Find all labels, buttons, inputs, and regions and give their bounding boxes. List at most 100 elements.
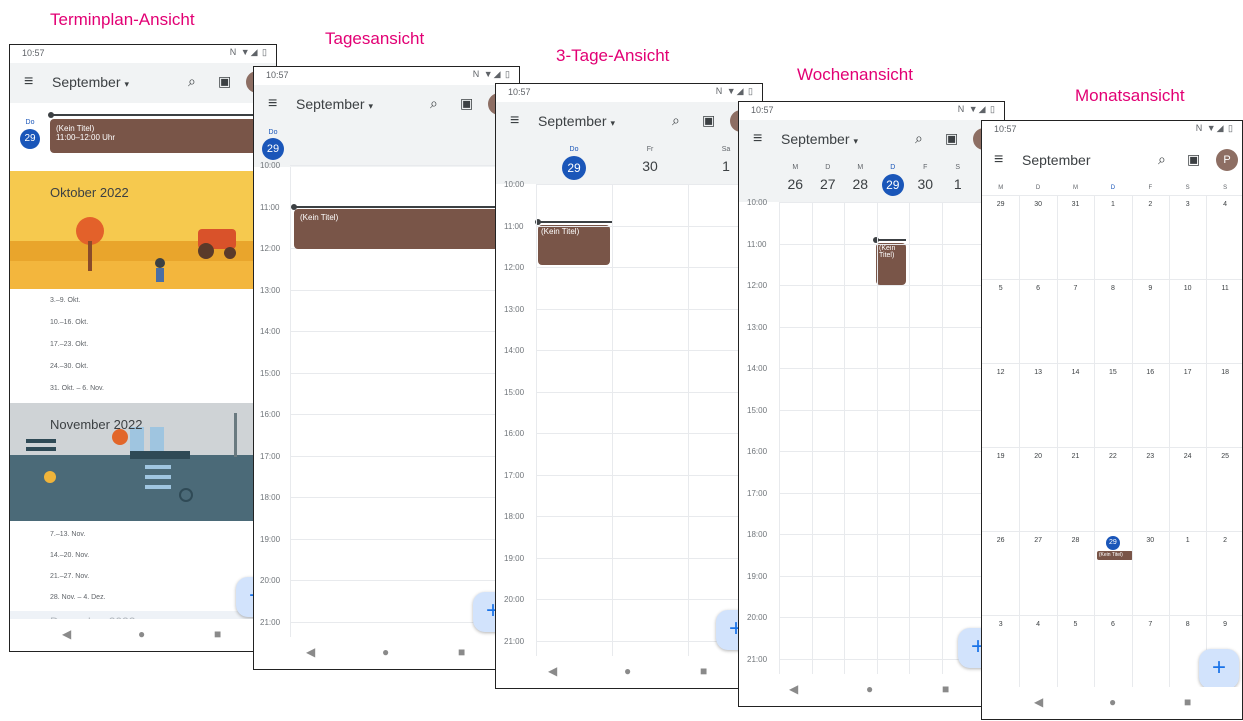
month-day-cell[interactable]: 1 <box>1103 201 1123 208</box>
recents-icon[interactable]: ■ <box>214 627 221 641</box>
calendar-today-icon[interactable]: ▣ <box>1187 151 1200 168</box>
day-column-number[interactable]: 26 <box>779 176 812 192</box>
menu-icon[interactable]: ≡ <box>24 73 33 91</box>
month-day-cell[interactable]: 24 <box>1178 453 1198 460</box>
month-selector[interactable]: September <box>1022 152 1090 168</box>
menu-icon[interactable]: ≡ <box>753 130 762 148</box>
calendar-today-icon[interactable]: ▣ <box>945 130 958 147</box>
today-date-circle[interactable]: 29 <box>1105 536 1120 550</box>
month-day-cell[interactable]: 11 <box>1215 285 1235 292</box>
month-day-cell[interactable]: 5 <box>991 285 1011 292</box>
month-day-cell[interactable]: 30 <box>1028 201 1048 208</box>
month-selector[interactable]: September ▾ <box>538 113 615 129</box>
month-day-cell[interactable]: 22 <box>1103 453 1123 460</box>
back-icon[interactable]: ◀ <box>62 627 71 641</box>
avatar[interactable]: P <box>1216 149 1238 171</box>
event-card[interactable]: (Kein Titel) <box>876 243 906 285</box>
month-day-cell[interactable]: 2 <box>1215 537 1235 544</box>
today-date-circle[interactable]: 29 <box>881 174 904 196</box>
week-range[interactable]: 7.–13. Nov. <box>50 531 85 538</box>
home-icon[interactable]: ● <box>1109 695 1116 709</box>
month-day-cell[interactable]: 26 <box>991 537 1011 544</box>
week-range[interactable]: 3.–9. Okt. <box>50 297 80 304</box>
week-range[interactable]: 31. Okt. – 6. Nov. <box>50 385 104 392</box>
calendar-today-icon[interactable]: ▣ <box>218 73 231 90</box>
search-icon[interactable]: ⌕ <box>188 73 196 90</box>
week-range[interactable]: 21.–27. Nov. <box>50 573 89 580</box>
month-day-cell[interactable]: 27 <box>1028 537 1048 544</box>
month-day-cell[interactable]: 17 <box>1178 369 1198 376</box>
month-day-cell[interactable]: 21 <box>1066 453 1086 460</box>
month-day-cell[interactable]: 30 <box>1140 537 1160 544</box>
search-icon[interactable]: ⌕ <box>1158 151 1166 168</box>
event-card[interactable]: (Kein Titel) <box>538 225 610 265</box>
calendar-today-icon[interactable]: ▣ <box>702 112 715 129</box>
day-column-number[interactable]: 27 <box>812 176 845 192</box>
recents-icon[interactable]: ■ <box>458 645 465 659</box>
month-day-cell[interactable]: 9 <box>1215 621 1235 628</box>
week-range[interactable]: 28. Nov. – 4. Dez. <box>50 594 106 601</box>
month-day-cell[interactable]: 9 <box>1140 285 1160 292</box>
month-day-cell[interactable]: 29 <box>991 201 1011 208</box>
calendar-today-icon[interactable]: ▣ <box>460 95 473 112</box>
back-icon[interactable]: ◀ <box>548 664 557 678</box>
month-day-cell[interactable]: 12 <box>991 369 1011 376</box>
month-day-cell[interactable]: 6 <box>1028 285 1048 292</box>
back-icon[interactable]: ◀ <box>1034 695 1043 709</box>
month-day-cell[interactable]: 20 <box>1028 453 1048 460</box>
month-day-cell[interactable]: 7 <box>1140 621 1160 628</box>
day-column-number[interactable]: 28 <box>844 176 877 192</box>
month-event-chip[interactable]: (Kein Titel) <box>1096 551 1133 560</box>
month-day-cell[interactable]: 3 <box>1178 201 1198 208</box>
menu-icon[interactable]: ≡ <box>510 112 519 130</box>
month-selector[interactable]: September ▾ <box>781 131 858 147</box>
month-day-cell[interactable]: 16 <box>1140 369 1160 376</box>
month-day-cell[interactable]: 19 <box>991 453 1011 460</box>
month-day-cell[interactable]: 3 <box>991 621 1011 628</box>
recents-icon[interactable]: ■ <box>1184 695 1191 709</box>
month-day-cell[interactable]: 23 <box>1140 453 1160 460</box>
recents-icon[interactable]: ■ <box>942 682 949 696</box>
week-range[interactable]: 10.–16. Okt. <box>50 319 88 326</box>
home-icon[interactable]: ● <box>382 645 389 659</box>
search-icon[interactable]: ⌕ <box>915 130 923 147</box>
week-range[interactable]: 14.–20. Nov. <box>50 552 89 559</box>
menu-icon[interactable]: ≡ <box>994 151 1003 169</box>
month-day-cell[interactable]: 15 <box>1103 369 1123 376</box>
month-selector[interactable]: September ▾ <box>296 96 373 112</box>
home-icon[interactable]: ● <box>138 627 145 641</box>
home-icon[interactable]: ● <box>866 682 873 696</box>
day-column-number[interactable]: 1 <box>942 176 975 192</box>
month-day-cell[interactable]: 4 <box>1215 201 1235 208</box>
create-event-button[interactable]: + <box>1199 649 1239 689</box>
today-date-circle[interactable]: 29 <box>562 156 586 180</box>
week-range[interactable]: 17.–23. Okt. <box>50 341 88 348</box>
month-day-cell[interactable]: 7 <box>1066 285 1086 292</box>
month-day-cell[interactable]: 13 <box>1028 369 1048 376</box>
event-card[interactable]: (Kein Titel) 11:00–12:00 Uhr <box>50 119 276 153</box>
week-range[interactable]: 24.–30. Okt. <box>50 363 88 370</box>
month-day-cell[interactable]: 18 <box>1215 369 1235 376</box>
home-icon[interactable]: ● <box>624 664 631 678</box>
month-day-cell[interactable]: 31 <box>1066 201 1086 208</box>
month-day-cell[interactable]: 8 <box>1103 285 1123 292</box>
month-day-cell[interactable]: 2 <box>1140 201 1160 208</box>
back-icon[interactable]: ◀ <box>306 645 315 659</box>
back-icon[interactable]: ◀ <box>789 682 798 696</box>
month-day-cell[interactable]: 10 <box>1178 285 1198 292</box>
month-day-cell[interactable]: 8 <box>1178 621 1198 628</box>
search-icon[interactable]: ⌕ <box>430 95 438 112</box>
month-day-cell[interactable]: 25 <box>1215 453 1235 460</box>
recents-icon[interactable]: ■ <box>700 664 707 678</box>
month-day-cell[interactable]: 5 <box>1066 621 1086 628</box>
search-icon[interactable]: ⌕ <box>672 112 680 129</box>
month-day-cell[interactable]: 14 <box>1066 369 1086 376</box>
month-day-cell[interactable]: 6 <box>1103 621 1123 628</box>
day-column-number[interactable]: 30 <box>909 176 942 192</box>
menu-icon[interactable]: ≡ <box>268 95 277 113</box>
event-card[interactable]: (Kein Titel) <box>294 209 519 249</box>
day-column-number[interactable]: 30 <box>612 158 688 174</box>
month-day-cell[interactable]: 1 <box>1178 537 1198 544</box>
month-day-cell[interactable]: 28 <box>1066 537 1086 544</box>
month-day-cell[interactable]: 4 <box>1028 621 1048 628</box>
